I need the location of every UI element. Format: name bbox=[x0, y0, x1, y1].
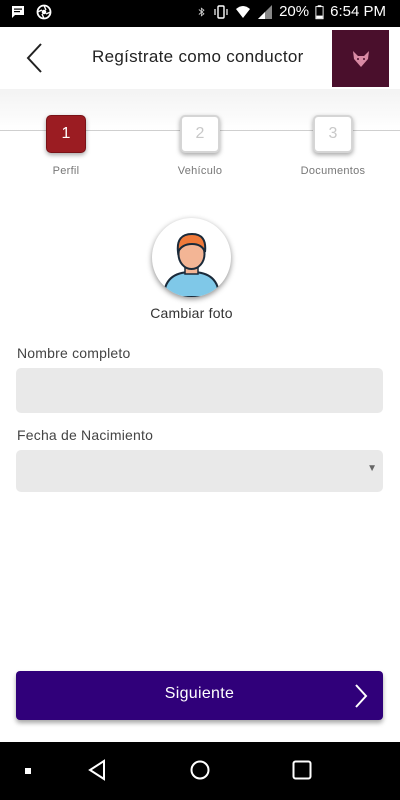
vibrate-icon bbox=[214, 4, 228, 19]
step-1: 1 bbox=[46, 115, 86, 153]
step-3: 3 bbox=[313, 115, 353, 153]
wolf-logo-icon bbox=[352, 50, 369, 67]
profile-avatar[interactable] bbox=[152, 218, 231, 297]
nav-recents-icon[interactable] bbox=[291, 758, 313, 782]
birth-date-label: Fecha de Nacimiento bbox=[17, 427, 154, 443]
system-nav-bar bbox=[0, 742, 400, 800]
step-2: 2 bbox=[180, 115, 220, 153]
bluetooth-icon bbox=[198, 6, 205, 17]
battery-icon bbox=[315, 4, 324, 19]
chevron-right-icon bbox=[355, 684, 368, 708]
full-name-input[interactable] bbox=[16, 368, 383, 413]
birth-date-select[interactable]: ▼ bbox=[16, 450, 383, 492]
status-right-icons: 20% 6:54 PM bbox=[197, 3, 386, 20]
status-bar: 20% 6:54 PM bbox=[0, 0, 400, 27]
step-1-label: Perfil bbox=[52, 165, 80, 177]
aperture-icon bbox=[36, 4, 52, 20]
next-button[interactable]: Siguiente bbox=[16, 671, 383, 720]
wifi-icon bbox=[236, 5, 251, 18]
nav-home-icon[interactable] bbox=[189, 758, 211, 782]
step-2-label: Vehículo bbox=[177, 165, 223, 177]
full-name-label: Nombre completo bbox=[17, 345, 131, 361]
step-3-label: Documentos bbox=[300, 165, 366, 177]
battery-percent: 20% bbox=[279, 3, 310, 20]
signal-icon bbox=[258, 4, 273, 19]
user-avatar-icon bbox=[162, 232, 221, 297]
status-left-icons bbox=[10, 4, 52, 20]
app-header: Regístrate como conductor bbox=[0, 27, 400, 89]
page-title: Regístrate como conductor bbox=[92, 47, 304, 66]
back-arrow-icon[interactable] bbox=[22, 41, 50, 75]
message-icon bbox=[12, 6, 24, 18]
change-photo-link[interactable]: Cambiar foto bbox=[100, 305, 283, 321]
clock-time: 6:54 PM bbox=[330, 3, 386, 20]
nav-back-icon[interactable] bbox=[86, 758, 108, 782]
brand-logo bbox=[332, 30, 389, 87]
nav-dot-icon[interactable] bbox=[24, 767, 32, 775]
next-button-label: Siguiente bbox=[164, 685, 235, 702]
dropdown-arrow-icon: ▼ bbox=[367, 463, 377, 474]
